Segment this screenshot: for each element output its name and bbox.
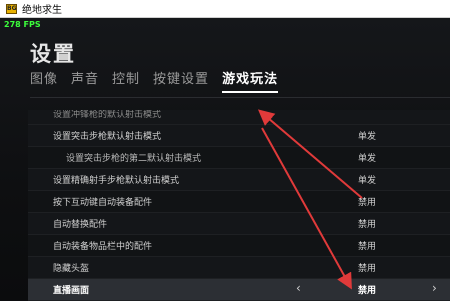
window-titlebar: BG 绝地求生 <box>0 0 450 18</box>
settings-row[interactable]: 设置精确射手步枪默认射击模式 单发 <box>28 169 450 191</box>
settings-row-partial: 设置冲锋枪的默认射击模式 <box>28 110 450 125</box>
setting-label: 设置精确射手步枪默认射击模式 <box>53 176 180 186</box>
settings-row[interactable]: 隐藏头盔 禁用 <box>28 257 450 279</box>
page-title: 设置 <box>30 42 76 66</box>
tab-divider <box>30 97 450 98</box>
window-title: 绝地求生 <box>22 5 62 16</box>
setting-label: 隐藏头盔 <box>53 264 90 274</box>
chevron-left-icon[interactable]: ‹ <box>296 281 301 295</box>
settings-row[interactable]: 按下互动键自动装备配件 禁用 <box>28 191 450 213</box>
fps-counter: 278 FPS <box>4 20 41 29</box>
setting-label: 按下互动键自动装备配件 <box>53 198 153 208</box>
setting-value: 禁用 <box>358 220 377 230</box>
settings-tabs: 图像 声音 控制 按键设置 游戏玩法 <box>30 68 291 93</box>
tab-keybindings[interactable]: 按键设置 <box>153 68 209 88</box>
setting-value: 禁用 <box>358 242 377 252</box>
tab-audio[interactable]: 声音 <box>71 68 99 88</box>
tab-gameplay[interactable]: 游戏玩法 <box>222 68 279 93</box>
settings-row[interactable]: 设置突击步枪的第二默认射击模式 单发 <box>28 147 450 169</box>
setting-value: 禁用 <box>358 198 377 208</box>
setting-value: 单发 <box>358 154 377 164</box>
setting-value: 单发 <box>358 176 377 186</box>
tab-graphics[interactable]: 图像 <box>30 68 58 88</box>
setting-value: 禁用 <box>358 264 377 274</box>
settings-list: 设置冲锋枪的默认射击模式 设置突击步枪默认射击模式 单发 设置突击步枪的第二默认… <box>28 110 450 301</box>
chevron-right-icon[interactable]: › <box>432 281 437 295</box>
setting-label: 设置突击步枪的第二默认射击模式 <box>66 154 202 164</box>
setting-label: 设置冲锋枪的默认射击模式 <box>53 110 162 120</box>
settings-row[interactable]: 自动替换配件 禁用 <box>28 213 450 235</box>
setting-label: 直播画面 <box>53 286 90 296</box>
tab-controls[interactable]: 控制 <box>112 68 140 88</box>
setting-label: 设置突击步枪默认射击模式 <box>53 132 162 142</box>
setting-value: 单发 <box>358 132 377 142</box>
settings-row[interactable]: 设置突击步枪默认射击模式 单发 <box>28 125 450 147</box>
setting-label: 自动替换配件 <box>53 220 108 230</box>
settings-row-live-stream[interactable]: 直播画面 ‹ 禁用 › <box>28 279 450 301</box>
app-icon: BG <box>6 3 17 14</box>
settings-row[interactable]: 自动装备物品栏中的配件 禁用 <box>28 235 450 257</box>
setting-value: 禁用 <box>358 286 377 296</box>
setting-label: 自动装备物品栏中的配件 <box>53 242 153 252</box>
